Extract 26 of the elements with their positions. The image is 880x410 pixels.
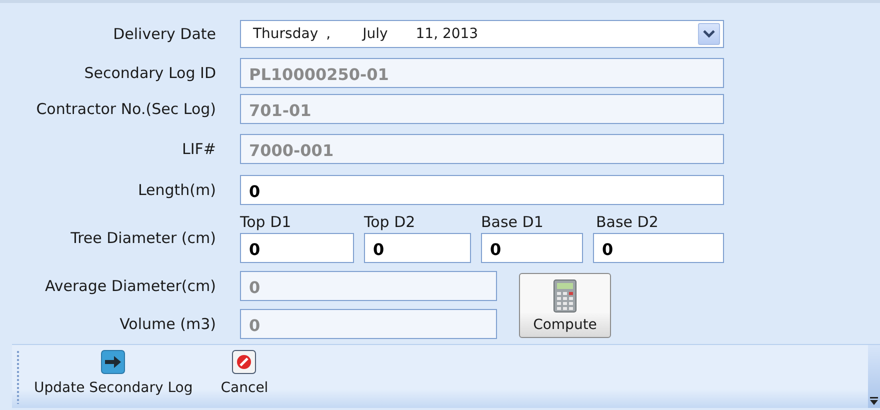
diameter-field[interactable]: 0	[364, 233, 471, 263]
field-label: Tree Diameter (cm)	[70, 229, 216, 249]
cancel-icon	[232, 350, 256, 374]
diameter-label: Base D2	[595, 213, 660, 231]
field-label: Average Diameter(cm)	[44, 277, 216, 295]
compute-button[interactable]: Compute	[519, 272, 611, 338]
field-label: Contractor No.(Sec Log)	[35, 100, 216, 118]
field-label: Length(m)	[136, 181, 216, 199]
field-label: Delivery Date	[112, 25, 216, 43]
diameter-field[interactable]: 0	[481, 233, 583, 263]
toolbar-button[interactable]: Cancel	[216, 350, 272, 396]
date-picker[interactable]: Thursday , July 11, 2013	[240, 20, 724, 48]
overflow-icon[interactable]	[870, 397, 878, 405]
diameter-label: Top D1	[240, 213, 292, 231]
toolbar-button[interactable]: Update Secondary Log	[30, 350, 197, 396]
field-label: LIF#	[181, 140, 216, 158]
diameter-field[interactable]: 0	[593, 233, 724, 263]
calculator-icon	[553, 278, 577, 312]
diameter-field[interactable]: 0	[240, 233, 354, 263]
diameter-label: Top D2	[364, 213, 416, 231]
dropdown-button[interactable]	[698, 23, 720, 45]
diameter-label: Base D1	[481, 213, 544, 231]
field-label: Volume (m3)	[118, 315, 216, 333]
chevron-icon	[703, 30, 715, 38]
text-field[interactable]: 0	[240, 175, 724, 205]
field-label: Secondary Log ID	[83, 64, 216, 82]
